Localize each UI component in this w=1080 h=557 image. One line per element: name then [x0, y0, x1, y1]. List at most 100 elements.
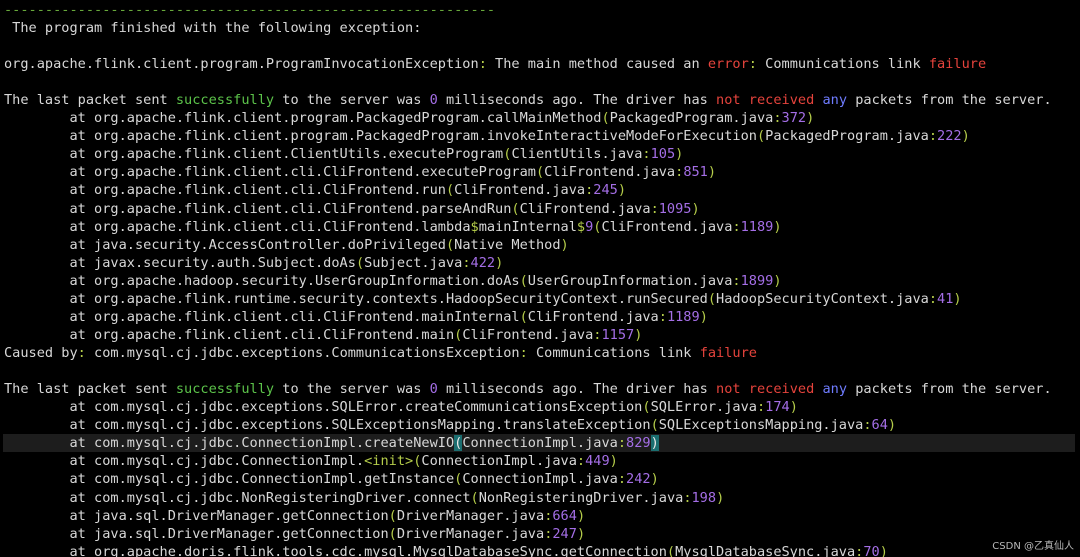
- stack-frame-text: at org.apache.flink.client.cli.CliFronte…: [4, 164, 716, 180]
- packet-word-received: received: [748, 92, 815, 108]
- stack-frame-close-paren: ): [961, 128, 970, 145]
- stack-frame-prefix: at: [4, 327, 95, 344]
- stack-frame-open-paren: (: [601, 110, 610, 126]
- stack-frame-file: NonRegisteringDriver.java: [478, 489, 684, 506]
- stack-frame-line: at org.apache.flink.client.cli.CliFronte…: [4, 326, 642, 344]
- stack-frame-file: ConnectionImpl.java: [421, 453, 577, 470]
- stack-frame-open-paren: (: [445, 236, 455, 253]
- stack-frame-text: at org.apache.doris.flink.tools.cdc.mysq…: [4, 543, 887, 557]
- stack-frame-line-number: 174: [765, 399, 790, 415]
- stack-frame-text: at org.apache.flink.client.cli.CliFronte…: [4, 327, 642, 343]
- stack-frame-line-number: 829: [626, 435, 651, 452]
- stack-frame-close-paren: ): [716, 489, 725, 506]
- stack-frame-file: SQLExceptionsMapping.java: [658, 417, 864, 434]
- packet-line-2: The last packet sent successfully to the…: [4, 380, 1052, 398]
- stack-frame-file: CliFrontend.java: [519, 200, 651, 217]
- stack-frame-file: CliFrontend.java: [601, 218, 733, 235]
- stack-frame-file: UserGroupInformation.java: [527, 272, 733, 289]
- packet-word-any: any: [822, 92, 848, 108]
- stack-frame-colon: :: [732, 272, 741, 289]
- stack-frame-line-number: 664: [552, 507, 577, 524]
- stack-frame-file: ConnectionImpl.java: [462, 471, 618, 488]
- stack-frame-close-paren: ): [495, 254, 504, 271]
- stack-frame-text: at javax.security.auth.Subject.doAs(Subj…: [4, 255, 503, 271]
- packet2-ms-number: 0: [429, 381, 438, 397]
- stack-frame-line: at java.sql.DriverManager.getConnection(…: [4, 525, 585, 543]
- stack-frame-line: at org.apache.flink.client.cli.CliFronte…: [4, 218, 782, 236]
- stack-frame-text: at org.apache.flink.client.program.Packa…: [4, 110, 814, 126]
- stack-frame-close-paren: ): [634, 327, 643, 344]
- stack-frame-init-tag: <init>: [364, 453, 414, 470]
- stack-frame-prefix: at: [4, 146, 95, 163]
- stack-frame-prefix: at: [4, 110, 95, 126]
- exception-class: org.apache.flink.client.program.ProgramI…: [4, 56, 479, 72]
- stack-frame-open-paren: (: [470, 489, 479, 506]
- stack-frame-prefix: at: [4, 218, 95, 235]
- stack-frame-line: at com.mysql.cj.jdbc.ConnectionImpl.crea…: [3, 434, 1075, 453]
- packet-text-3: milliseconds ago. The driver has: [437, 92, 717, 108]
- stack-frame-prefix: at: [4, 200, 95, 217]
- stack-frame-method: org.apache.flink.client.program.Packaged…: [94, 110, 602, 126]
- stack-frame-method: org.apache.hadoop.security.UserGroupInfo…: [94, 272, 520, 289]
- stack-frame-colon: :: [650, 200, 659, 217]
- stack-frame-colon: :: [462, 254, 471, 271]
- packet2-word-received: received: [748, 381, 815, 397]
- stack-frame-text: at org.apache.flink.client.ClientUtils.e…: [4, 146, 683, 162]
- stack-frame-line-number: 70: [863, 543, 880, 557]
- stack-frame-file: PackagedProgram.java: [765, 128, 929, 145]
- stack-frame-file: MysqlDatabaseSync.java: [675, 543, 856, 557]
- stack-frame-text: at org.apache.flink.runtime.security.con…: [4, 291, 961, 307]
- packet2-space-1: [741, 381, 749, 397]
- packet-space-1: [741, 92, 749, 108]
- stack-frame-dollar: $: [470, 218, 479, 235]
- stack-frame-prefix: at: [4, 236, 95, 253]
- stack-frame-open-paren: (: [388, 525, 397, 542]
- stack-frame-method: org.apache.flink.client.cli.CliFrontend.…: [94, 200, 512, 217]
- caused-by-colon2: :: [519, 345, 528, 361]
- stack-frame-close-paren: ): [650, 435, 659, 452]
- stack-frame-colon: :: [617, 435, 627, 452]
- stack-frame-line: at java.sql.DriverManager.getConnection(…: [4, 507, 585, 525]
- stack-frame-prefix: at: [4, 309, 95, 326]
- caused-by-message: Communications link: [527, 345, 700, 361]
- stack-frame-method: org.apache.flink.runtime.security.contex…: [94, 291, 708, 307]
- stack-frame-prefix: at: [4, 507, 95, 524]
- stack-frame-colon: :: [576, 453, 586, 470]
- stack-frame-line: at com.mysql.cj.jdbc.ConnectionImpl.getI…: [4, 470, 658, 488]
- stack-frame-file: ClientUtils.java: [511, 146, 643, 163]
- stack-frame-line-number: 247: [552, 525, 577, 542]
- packet-line: The last packet sent successfully to the…: [4, 91, 1052, 109]
- stack-frame-text: at java.security.AccessController.doPriv…: [4, 236, 568, 253]
- caused-by-line: Caused by: com.mysql.cj.jdbc.exceptions.…: [4, 344, 757, 362]
- packet-text-1: The last packet sent: [4, 92, 176, 108]
- stack-frame-line-number: 1095: [658, 200, 692, 217]
- stack-frame-line-number: 1189: [740, 218, 774, 235]
- stack-frame-line: at org.apache.flink.client.program.Packa…: [4, 109, 814, 127]
- stack-frame-colon: :: [658, 309, 667, 326]
- stack-frame-text: at org.apache.flink.client.cli.CliFronte…: [4, 182, 626, 198]
- stack-frame-line: at java.security.AccessController.doPriv…: [4, 236, 568, 254]
- caused-by-word-failure: failure: [699, 345, 757, 361]
- stack-frame-prefix: at: [4, 254, 95, 271]
- stack-frame-text: at com.mysql.cj.jdbc.ConnectionImpl.<ini…: [4, 453, 617, 470]
- stack-frame-prefix: at: [4, 417, 95, 434]
- packet-word-not: not: [716, 92, 741, 108]
- caused-by-colon: :: [77, 345, 86, 361]
- stack-frame-colon: :: [863, 417, 872, 434]
- packet2-text-4: packets from the server.: [847, 381, 1052, 397]
- stack-frame-line: at org.apache.flink.runtime.security.con…: [4, 290, 961, 308]
- stack-frame-line-number: 242: [626, 471, 651, 488]
- header-text: The program finished with the following …: [4, 20, 422, 36]
- terminal-output[interactable]: ----------------------------------------…: [0, 0, 1080, 557]
- stack-frame-text: at com.mysql.cj.jdbc.ConnectionImpl.crea…: [3, 435, 659, 452]
- stack-frame-text: at org.apache.hadoop.security.UserGroupI…: [4, 272, 781, 289]
- stack-frame-file: Subject.java: [364, 254, 463, 271]
- separator-line: ----------------------------------------…: [4, 1, 495, 19]
- stack-frame-text: at com.mysql.cj.jdbc.ConnectionImpl.getI…: [4, 471, 658, 488]
- packet2-text-3: milliseconds ago. The driver has: [437, 381, 717, 397]
- stack-frame-open-paren: (: [519, 309, 528, 326]
- stack-frame-method: org.apache.flink.client.cli.CliFrontend.…: [94, 218, 471, 235]
- stack-frame-close-paren: ): [773, 218, 782, 235]
- stack-frame-method: org.apache.flink.client.cli.CliFrontend.…: [94, 164, 536, 181]
- stack-frame-method: com.mysql.cj.jdbc.ConnectionImpl.: [94, 453, 365, 470]
